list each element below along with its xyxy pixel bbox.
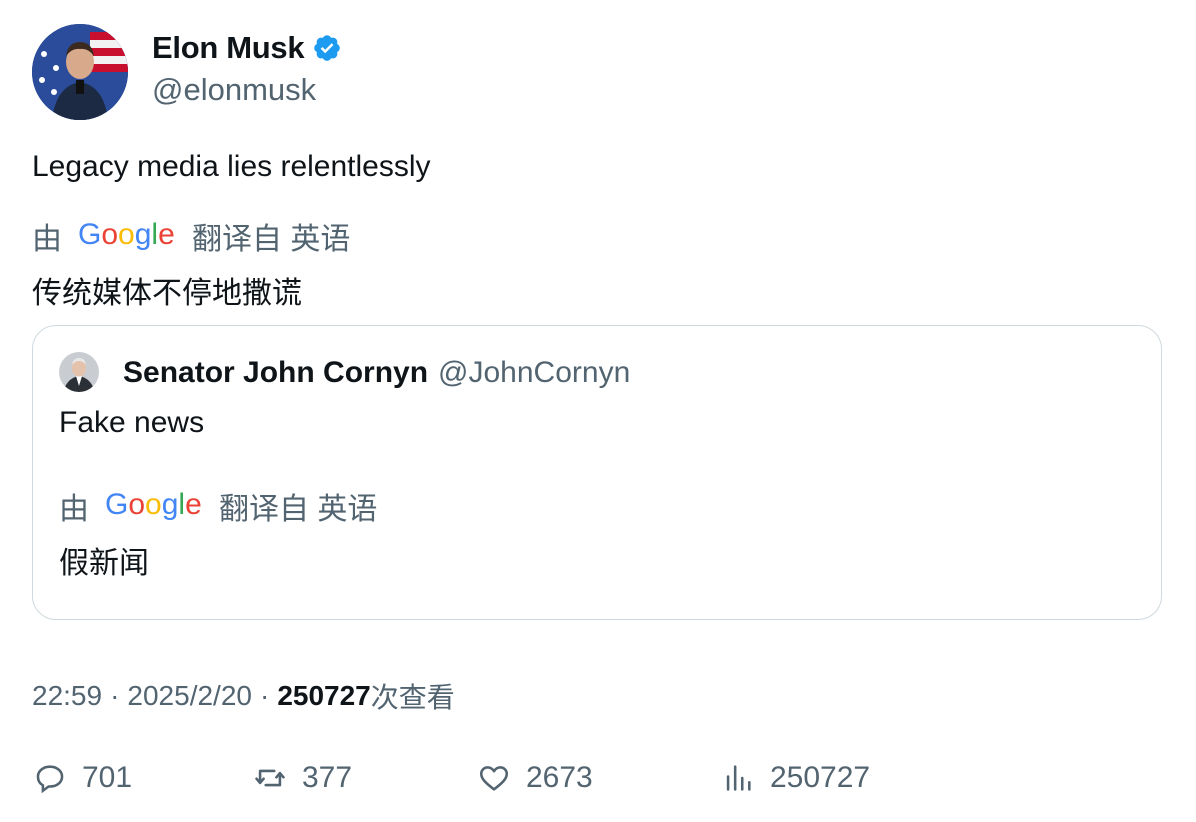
- view-count: 250727: [770, 761, 871, 794]
- meta-separator: ·: [110, 680, 120, 711]
- heart-icon: [476, 760, 512, 796]
- translation-attribution: 由 Google 翻译自 英语: [32, 214, 350, 258]
- tweet-text: Legacy media lies relentlessly: [32, 150, 431, 183]
- quoted-translation-attribution: 由 Google 翻译自 英语: [59, 484, 377, 528]
- quoted-tweet-text: Fake news: [59, 406, 205, 439]
- author-name-row: Elon Musk: [152, 30, 342, 66]
- retweet-count: 377: [302, 761, 353, 794]
- quoted-translation-prefix: 由: [59, 493, 89, 526]
- retweet-icon: [252, 760, 288, 796]
- google-logo: Google: [105, 488, 202, 521]
- verified-badge-icon: [314, 35, 341, 61]
- quoted-author-avatar[interactable]: [59, 352, 99, 392]
- google-logo: Google: [78, 218, 175, 251]
- svg-text:Google: Google: [78, 218, 175, 251]
- svg-text:Google: Google: [105, 488, 202, 521]
- tweet-date[interactable]: 2025/2/20: [127, 680, 252, 712]
- translation-suffix: 翻译自 英语: [192, 223, 351, 256]
- tweet-meta-row: 22:59 · 2025/2/20 · 250727 次查看: [32, 676, 455, 716]
- analytics-button[interactable]: 250727: [720, 760, 870, 796]
- translated-text: 传统媒体不停地撒谎: [32, 277, 302, 310]
- quoted-translation-suffix: 翻译自 英语: [219, 493, 378, 526]
- reply-button[interactable]: 701: [32, 760, 132, 796]
- translation-prefix: 由: [32, 223, 62, 256]
- quoted-handle[interactable]: @JohnCornyn: [438, 356, 630, 390]
- quoted-translated-text: 假新闻: [59, 547, 149, 580]
- tweet-time[interactable]: 22:59: [32, 680, 102, 712]
- author-handle[interactable]: @elonmusk: [152, 72, 316, 108]
- views-count: 250727: [277, 680, 371, 711]
- quoted-display-name[interactable]: Senator John Cornyn: [123, 356, 428, 390]
- quoted-author-row: Senator John Cornyn @JohnCornyn: [123, 356, 630, 390]
- author-display-name[interactable]: Elon Musk: [152, 30, 305, 66]
- views-label: 次查看: [370, 682, 455, 713]
- reply-icon: [32, 760, 68, 796]
- meta-separator: ·: [259, 680, 270, 711]
- like-count: 2673: [526, 761, 593, 794]
- reply-count: 701: [82, 761, 133, 794]
- retweet-button[interactable]: 377: [252, 760, 352, 796]
- like-button[interactable]: 2673: [476, 760, 593, 796]
- author-avatar[interactable]: [32, 24, 128, 120]
- analytics-icon: [720, 760, 756, 796]
- quoted-tweet-card[interactable]: Senator John Cornyn @JohnCornyn Fake new…: [32, 325, 1162, 620]
